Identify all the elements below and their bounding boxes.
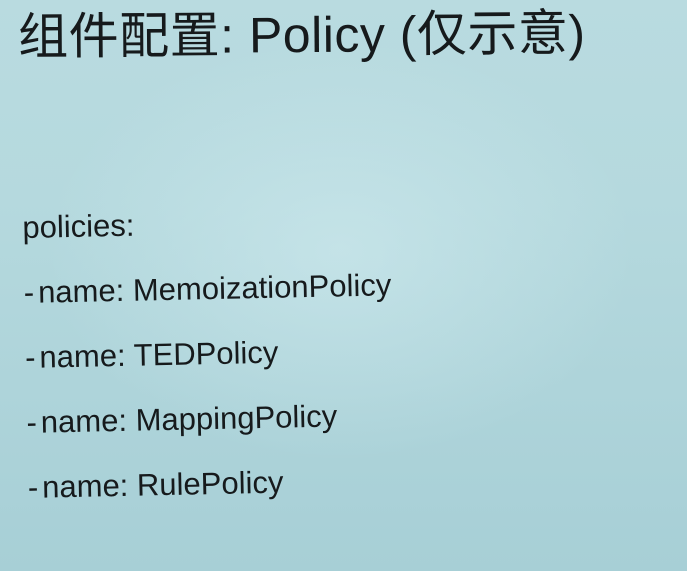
item-key: name:	[41, 467, 129, 505]
config-key-line: policies:	[22, 200, 390, 248]
item-key: name:	[37, 272, 125, 310]
policy-item: - name: MemoizationPolicy	[23, 265, 391, 313]
slide: 组件配置: Policy (仅示意) policies: - name: Mem…	[0, 0, 687, 571]
policy-item: - name: MappingPolicy	[26, 395, 394, 443]
list-dash: -	[26, 404, 38, 440]
list-dash: -	[23, 274, 35, 310]
policy-item: - name: TEDPolicy	[25, 330, 393, 378]
slide-title: 组件配置: Policy (仅示意)	[17, 5, 586, 65]
policy-config-block: policies: - name: MemoizationPolicy - na…	[22, 200, 396, 533]
policy-name: RulePolicy	[136, 464, 284, 503]
policy-item: - name: RulePolicy	[27, 460, 395, 508]
config-key: policies:	[22, 207, 135, 245]
policy-name: MemoizationPolicy	[132, 267, 392, 308]
policy-name: MappingPolicy	[135, 398, 338, 438]
item-key: name:	[39, 337, 126, 375]
policy-name: TEDPolicy	[133, 334, 279, 373]
list-dash: -	[24, 339, 36, 375]
item-key: name:	[40, 402, 128, 440]
list-dash: -	[27, 469, 39, 505]
